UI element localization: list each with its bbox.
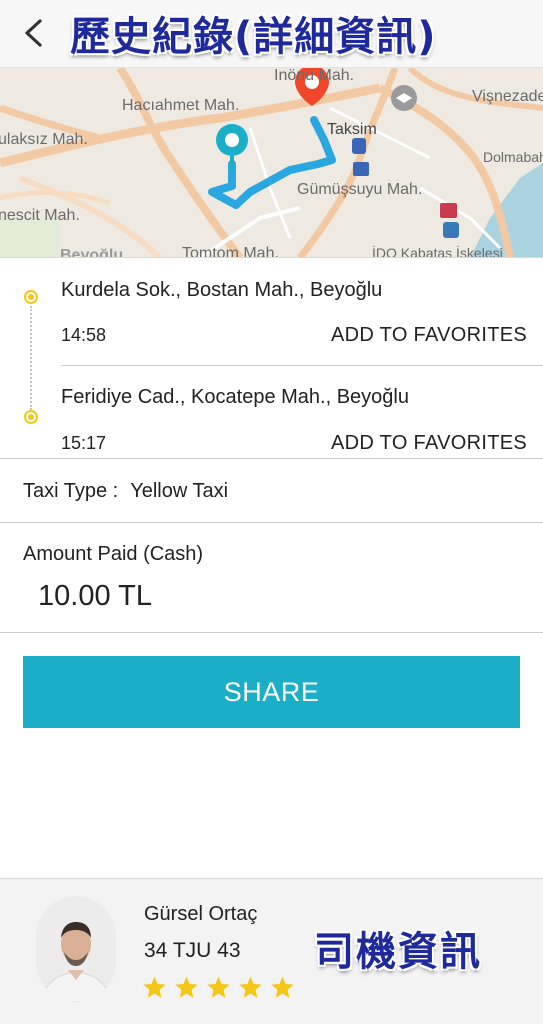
- map-label: nescit Mah.: [0, 207, 80, 224]
- driver-panel: Gürsel Ortaç 34 TJU 43 司機資訊: [0, 878, 543, 1024]
- route-map[interactable]: Hacıahmet Mah. İnönü Mah. Vişnezade ulak…: [0, 68, 543, 258]
- star-icon: [271, 976, 294, 998]
- driver-rating: [142, 975, 295, 1000]
- route-connector: [30, 306, 32, 410]
- pickup-time: 14:58: [61, 325, 107, 345]
- amount-paid-label: Amount Paid (Cash): [23, 543, 204, 565]
- back-button[interactable]: [18, 16, 50, 50]
- dropoff-address: Feridiye Cad., Kocatepe Mah., Beyoğlu: [61, 386, 409, 408]
- map-label: Taksim: [327, 121, 377, 138]
- map-label: Gümüşsuyu Mah.: [297, 181, 422, 198]
- app-header: 歷史紀錄(詳細資訊): [0, 0, 543, 68]
- divider: [61, 365, 543, 366]
- chevron-left-icon: [25, 19, 42, 47]
- map-label: Tomtom Mah.: [182, 245, 279, 258]
- taxi-type-value: Yellow Taxi: [130, 480, 229, 502]
- map-label: Dolmabahçe: [483, 149, 543, 165]
- map-label: Vişnezade: [472, 88, 543, 105]
- map-label: Hacıahmet Mah.: [122, 97, 239, 114]
- dropoff-add-favorite-button[interactable]: ADD TO FAVORITES: [331, 432, 527, 455]
- pickup-add-favorite-button[interactable]: ADD TO FAVORITES: [331, 324, 527, 347]
- star-icon: [143, 976, 166, 998]
- amount-paid-value: 10.00 TL: [38, 580, 152, 612]
- star-icon: [175, 976, 198, 998]
- divider: [0, 458, 543, 459]
- page-title: 歷史紀錄(詳細資訊): [70, 14, 437, 60]
- pickup-dot-icon: [24, 290, 38, 304]
- driver-name: Gürsel Ortaç: [144, 903, 258, 925]
- driver-info-overlay: 司機資訊: [314, 929, 482, 975]
- driver-avatar: [36, 896, 116, 1002]
- share-button[interactable]: SHARE: [23, 656, 520, 728]
- license-plate: 34 TJU 43: [144, 939, 241, 962]
- taxi-type-row: Taxi Type : Yellow Taxi: [23, 480, 228, 503]
- start-pin-icon: [216, 124, 248, 172]
- map-label: İDO Kabataş İskelesi: [372, 244, 503, 258]
- dropoff-dot-icon: [24, 410, 38, 424]
- divider: [0, 522, 543, 523]
- divider: [0, 632, 543, 633]
- dropoff-time: 15:17: [61, 433, 107, 453]
- map-label: İnönü Mah.: [274, 68, 354, 84]
- star-icon: [207, 976, 230, 998]
- taxi-type-label: Taxi Type :: [23, 480, 119, 502]
- map-label: Beyoğlu: [60, 247, 123, 258]
- star-icon: [239, 976, 262, 998]
- pickup-address: Kurdela Sok., Bostan Mah., Beyoğlu: [61, 279, 383, 301]
- map-label: ulaksız Mah.: [0, 131, 88, 148]
